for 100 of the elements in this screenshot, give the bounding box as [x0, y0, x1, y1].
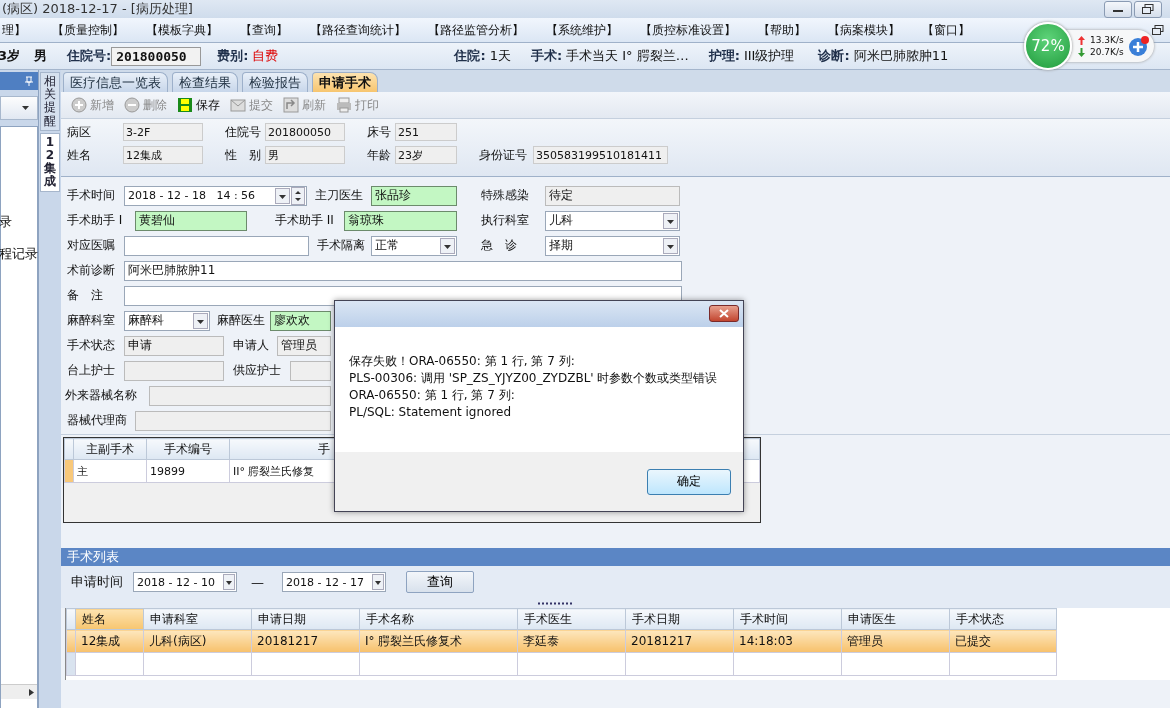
tab[interactable]: 申请手术 — [312, 72, 378, 92]
dropdown[interactable]: 儿科 — [545, 210, 680, 231]
readonly-field[interactable] — [149, 385, 331, 406]
staff-field[interactable]: 翁琼珠 — [344, 210, 457, 231]
minimize-button[interactable] — [1104, 0, 1132, 18]
field-value: 1天 — [489, 47, 511, 65]
field-label: 器械代理商 — [67, 412, 128, 429]
field-label: 申请时间 — [71, 573, 123, 591]
query-button[interactable]: 查询 — [406, 571, 474, 593]
field-value: 手术当天 I° 腭裂兰… — [566, 47, 689, 65]
field-label: 台上护士 — [67, 362, 116, 379]
table-cell: 儿科(病区) — [143, 629, 252, 653]
error-message: 保存失败！ORA-06550: 第 1 行, 第 7 列: PLS-00306: 调用 'SP_ZS_YJYZ00_ZYDZBL' 时参数个数或类型错误 ORA-06550: 第 1 行, 第 7 列: PL/SQL: Statement ignored — [349, 353, 718, 421]
table-cell: 20181217 — [625, 629, 734, 653]
readonly-field[interactable]: 管理员 — [277, 335, 331, 356]
field-label: 身份证号 — [479, 146, 528, 164]
caret-icon — [193, 312, 208, 329]
dropdown[interactable]: 正常 — [371, 235, 457, 256]
close-button[interactable] — [709, 305, 739, 322]
field-label: 急 诊 — [481, 237, 518, 254]
input-field[interactable]: 阿米巴肺脓肿11 — [124, 260, 682, 281]
plus-icon[interactable] — [1127, 35, 1150, 57]
toolbar-button[interactable]: 保存 — [173, 96, 224, 114]
tab[interactable]: 检查结果 — [172, 72, 238, 92]
staff-field[interactable]: 廖欢欢 — [270, 310, 331, 331]
scrollbar[interactable] — [1, 684, 37, 699]
side-tab[interactable]: 相关提醒 — [40, 72, 60, 131]
field-label: 备 注 — [67, 287, 104, 304]
upload-speed: 13.3K/s — [1090, 35, 1124, 45]
date-field[interactable]: 2018 - 12 - 17 — [282, 572, 386, 592]
caret-icon — [440, 237, 455, 254]
field-label: 麻醉医生 — [217, 312, 266, 329]
readonly-field[interactable] — [135, 410, 331, 431]
field-label: 对应医嘱 — [67, 237, 116, 254]
download-speed: 20.7K/s — [1090, 47, 1124, 57]
readonly-field[interactable]: 待定 — [545, 185, 680, 206]
pin-icon[interactable] — [25, 76, 33, 86]
menu-item[interactable]: 【模板字典】 — [146, 21, 218, 39]
ok-button[interactable]: 确定 — [647, 468, 731, 495]
column-header: 手术医生 — [517, 608, 626, 630]
column-header: 手术状态 — [949, 608, 1057, 630]
tab[interactable]: 医疗信息一览表 — [63, 72, 168, 92]
menu-item[interactable]: 【质控标准设置】 — [640, 21, 736, 39]
refresh-icon — [283, 97, 299, 113]
field-label: 执行科室 — [481, 212, 530, 229]
field-label: 手术状态 — [67, 337, 116, 354]
caret-icon — [663, 212, 678, 229]
field-label: 外来器械名称 — [65, 387, 138, 404]
printer-icon — [336, 97, 352, 113]
readonly-field: 23岁 — [395, 146, 457, 164]
menu-item[interactable]: 【帮助】 — [758, 21, 806, 39]
field-label: 供应护士 — [233, 362, 282, 379]
splitter-grip-icon[interactable] — [537, 601, 574, 605]
up-arrow-icon — [1078, 35, 1085, 45]
menu-item[interactable]: 【路径查询统计】 — [310, 21, 406, 39]
staff-field[interactable]: 黄碧仙 — [135, 210, 247, 231]
menu-item[interactable]: 【系统维护】 — [546, 21, 618, 39]
dropdown[interactable]: 择期 — [545, 235, 680, 256]
field-label: 主刀医生 — [315, 187, 364, 204]
field-value: 自费 — [252, 47, 279, 65]
readonly-field[interactable] — [290, 360, 331, 381]
right-arrow-icon[interactable] — [29, 688, 34, 696]
restore-button[interactable] — [1134, 0, 1162, 18]
close-icon — [719, 309, 729, 318]
dropdown[interactable]: 麻醉科 — [124, 310, 210, 331]
section-title: 手术列表 — [67, 549, 119, 564]
menu-item[interactable]: 【病案模块】 — [828, 21, 900, 39]
field-label: 床号 — [367, 123, 392, 141]
field-label: 住院号 — [225, 123, 262, 141]
menu-item[interactable]: 【窗口】 — [922, 21, 970, 39]
readonly-field: 3-2F — [123, 123, 203, 141]
menu-item[interactable]: 【查询】 — [240, 21, 288, 39]
menu-item[interactable]: 【质量控制】 — [52, 21, 124, 39]
down-arrow-icon — [1078, 47, 1085, 57]
datetime-field[interactable]: 2018 - 12 - 18 14 : 56 — [124, 185, 307, 206]
staff-field[interactable]: 张品珍 — [371, 185, 457, 206]
field-label: 病区 — [67, 123, 92, 141]
list-item[interactable]: 录 — [0, 213, 12, 231]
field-label: 费别: — [217, 47, 249, 65]
column-header: 姓名 — [75, 608, 144, 630]
column-header: 申请医生 — [841, 608, 950, 630]
readonly-field[interactable] — [124, 360, 224, 381]
field-value: 阿米巴肺脓肿11 — [853, 47, 949, 65]
input-field[interactable] — [124, 235, 309, 256]
readonly-field[interactable]: 申请 — [124, 335, 224, 356]
field-label: 手术助手 I — [67, 212, 124, 229]
side-tab[interactable]: 12集成 — [40, 132, 60, 192]
column-header: 手术时间 — [733, 608, 842, 630]
column-header: 申请科室 — [143, 608, 252, 630]
field-label: 住院: — [454, 47, 486, 65]
tab[interactable]: 检验报告 — [242, 72, 308, 92]
envelope-icon — [230, 97, 246, 113]
save-icon — [177, 97, 193, 113]
window-title: (病区) 2018-12-17 - [病历处理] — [1, 0, 193, 18]
date-field[interactable]: 2018 - 12 - 10 — [133, 572, 237, 592]
field-label: 住院号: — [67, 47, 112, 65]
caret-icon — [22, 106, 29, 110]
restore-icon[interactable] — [1152, 25, 1164, 35]
menu-item[interactable]: 理】 — [2, 21, 26, 39]
menu-item[interactable]: 【路径监管分析】 — [428, 21, 524, 39]
